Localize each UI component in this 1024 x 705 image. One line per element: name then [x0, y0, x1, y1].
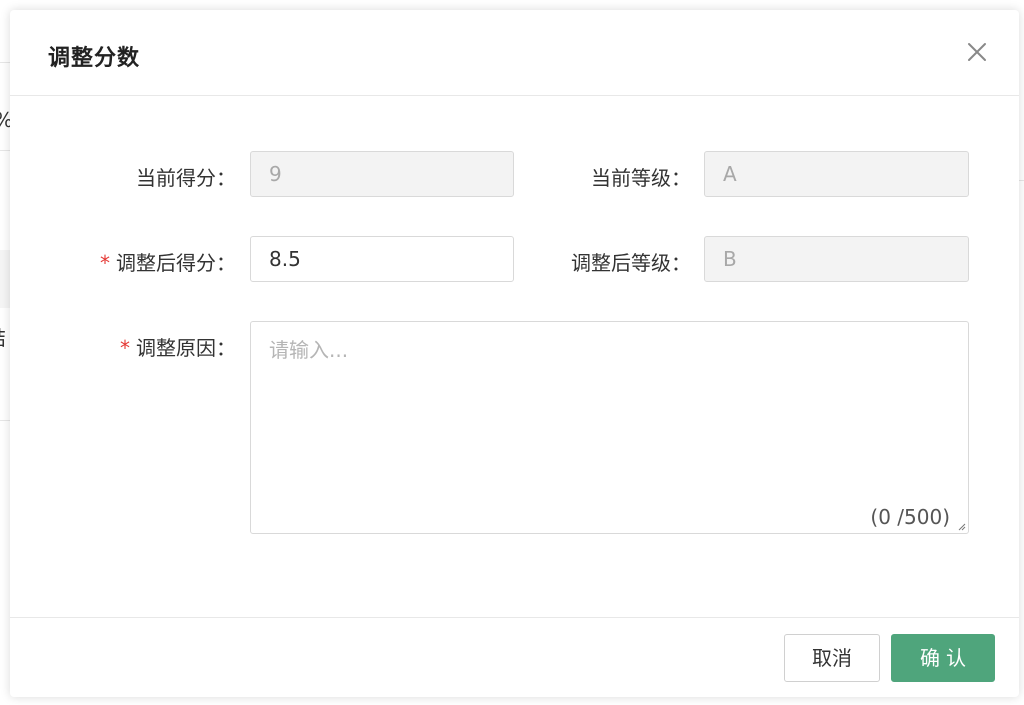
background-divider — [1019, 180, 1024, 181]
confirm-button[interactable]: 确认 — [891, 634, 995, 682]
adjusted-score-input[interactable] — [250, 236, 514, 282]
background-divider — [0, 150, 10, 151]
adjusted-grade-field — [704, 236, 969, 282]
required-mark: * — [100, 251, 110, 275]
background-text: 结 — [0, 322, 6, 351]
cancel-button[interactable]: 取消 — [784, 634, 880, 682]
required-mark: * — [120, 336, 130, 360]
dialog-footer: 取消 确认 — [10, 617, 1019, 697]
current-grade-label: 当前等级： — [591, 166, 691, 190]
resize-handle-icon[interactable] — [956, 521, 966, 531]
dialog-header: 调整分数 — [10, 10, 1019, 96]
adjusted-score-label-wrap: * 调整后得分： — [100, 247, 236, 276]
adjusted-grade-label: 调整后等级： — [571, 251, 691, 275]
reason-label-wrap: * 调整原因： — [120, 332, 236, 361]
current-score-field — [250, 151, 514, 197]
reason-textarea-wrapper: (0 /500) — [250, 321, 969, 534]
char-count: (0 /500) — [870, 505, 950, 529]
dialog-title: 调整分数 — [48, 46, 141, 71]
background-row — [0, 250, 10, 308]
background-divider — [0, 62, 10, 63]
reason-textarea[interactable] — [251, 322, 968, 533]
close-icon[interactable] — [965, 40, 989, 64]
reason-label: 调整原因： — [136, 336, 236, 360]
adjusted-score-label: 调整后得分： — [116, 251, 236, 275]
background-divider — [0, 420, 10, 421]
current-score-label: 当前得分： — [136, 166, 236, 190]
adjust-score-dialog: 调整分数 当前得分： 当前等级： *调整后得分： 调整后等级： *调整原因： (… — [10, 10, 1019, 697]
current-grade-field — [704, 151, 969, 197]
